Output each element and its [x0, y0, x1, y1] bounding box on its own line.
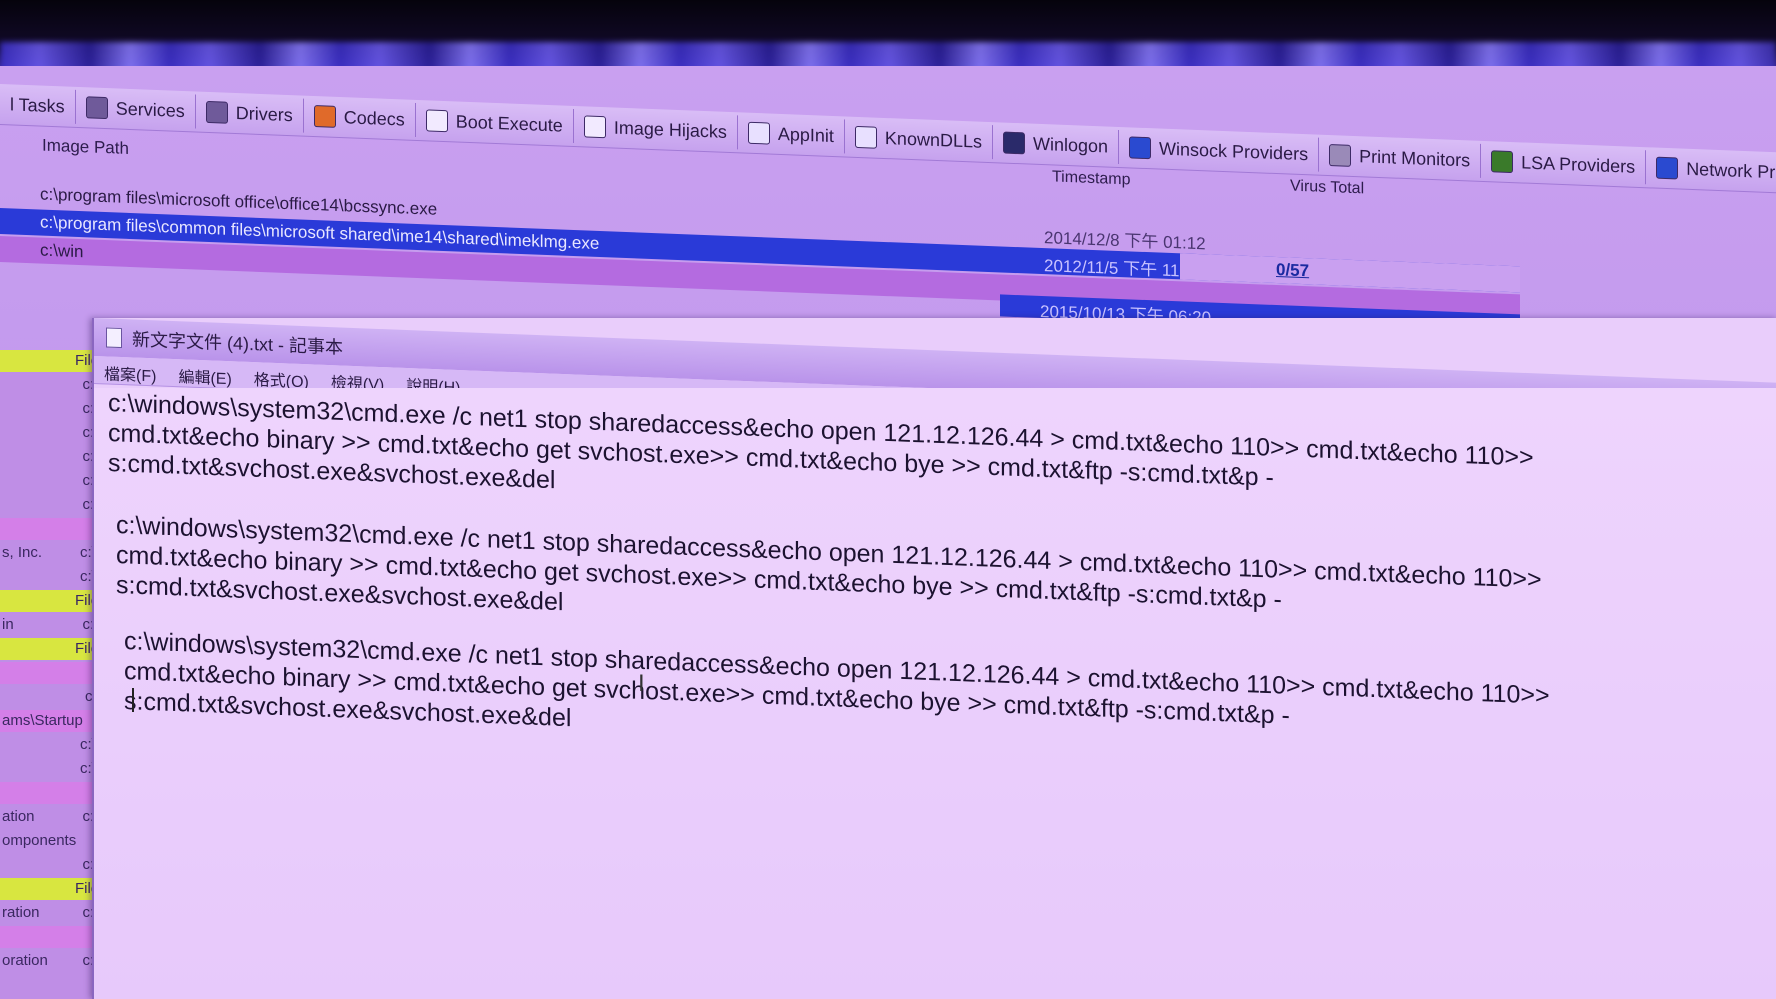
tab-label: Winsock Providers: [1159, 138, 1309, 164]
menu-file[interactable]: 檔案(F): [104, 356, 156, 385]
tab-label: LSA Providers: [1521, 151, 1636, 177]
menu-edit[interactable]: 編輯(E): [178, 359, 231, 388]
tab-drivers[interactable]: Drivers: [195, 94, 304, 133]
entry-cell: ation: [2, 808, 35, 825]
ibeam-cursor-icon: I: [638, 670, 645, 697]
network-icon: [1129, 136, 1152, 160]
tab-lsa-providers[interactable]: LSA Providers: [1481, 143, 1647, 185]
tab-boot-execute[interactable]: Boot Execute: [415, 102, 574, 144]
tab-print-monitors[interactable]: Print Monitors: [1319, 137, 1482, 178]
entry-cell: ams\Startup: [2, 712, 83, 729]
codec-icon: [313, 105, 336, 128]
tab-winlogon[interactable]: Winlogon: [992, 125, 1120, 164]
entry-cell: oration: [2, 952, 48, 969]
tab-label: l Tasks: [10, 93, 65, 116]
user-icon: [1002, 131, 1025, 155]
driver-icon: [205, 100, 228, 124]
tab-tasks[interactable]: l Tasks: [0, 87, 76, 124]
network-icon: [1656, 156, 1679, 180]
tab-codecs[interactable]: Codecs: [303, 98, 416, 137]
tab-network-providers[interactable]: Network Prov: [1646, 150, 1776, 191]
printer-icon: [1329, 144, 1352, 167]
tab-label: Codecs: [343, 106, 405, 130]
tab-label: Boot Execute: [455, 111, 563, 136]
tab-knowndlls[interactable]: KnownDLLs: [844, 119, 993, 160]
entry-cell: omponents: [2, 832, 77, 849]
virus-total-link[interactable]: 0/57: [1276, 260, 1309, 281]
tab-services[interactable]: Services: [75, 89, 196, 129]
shield-icon: [1491, 150, 1514, 174]
window-icon: [425, 109, 448, 133]
tab-label: Image Hijacks: [613, 117, 727, 142]
text-paragraph: c:\windows\system32\cmd.exe /c net1 stop…: [108, 389, 1534, 495]
notepad-title: 新文字文件 (4).txt - 記事本: [132, 329, 343, 358]
text-caret: [132, 688, 134, 712]
tab-label: Drivers: [235, 102, 293, 125]
image-path-cell: c:\win: [40, 240, 84, 262]
column-virus-total[interactable]: Virus Total: [1290, 178, 1364, 199]
notepad-text-area[interactable]: c:\windows\system32\cmd.exe /c net1 stop…: [94, 388, 1776, 999]
gears-icon: [85, 96, 108, 120]
tab-appinit[interactable]: AppInit: [737, 115, 845, 154]
entry-cell: ration: [2, 904, 40, 921]
entry-cell: in: [2, 616, 14, 633]
notepad-document-icon: [106, 327, 122, 349]
window-icon: [583, 115, 606, 139]
column-timestamp[interactable]: Timestamp: [1052, 168, 1131, 189]
tab-label: Network Prov: [1686, 158, 1776, 183]
tab-winsock-providers[interactable]: Winsock Providers: [1119, 129, 1320, 172]
page-icon: [747, 121, 770, 145]
tab-label: Services: [115, 97, 185, 121]
column-image-path[interactable]: Image Path: [42, 136, 129, 159]
entry-cell: s, Inc.: [2, 544, 43, 561]
tab-label: AppInit: [777, 123, 834, 146]
notepad-window: 新文字文件 (4).txt - 記事本 檔案(F) 編輯(E) 格式(O) 檢視…: [92, 318, 1776, 999]
tab-label: Winlogon: [1032, 133, 1109, 157]
page-icon: [854, 125, 877, 149]
menu-format[interactable]: 格式(O): [254, 362, 309, 391]
tab-image-hijacks[interactable]: Image Hijacks: [573, 109, 738, 150]
tab-label: KnownDLLs: [884, 127, 982, 152]
tab-label: Print Monitors: [1359, 145, 1471, 170]
